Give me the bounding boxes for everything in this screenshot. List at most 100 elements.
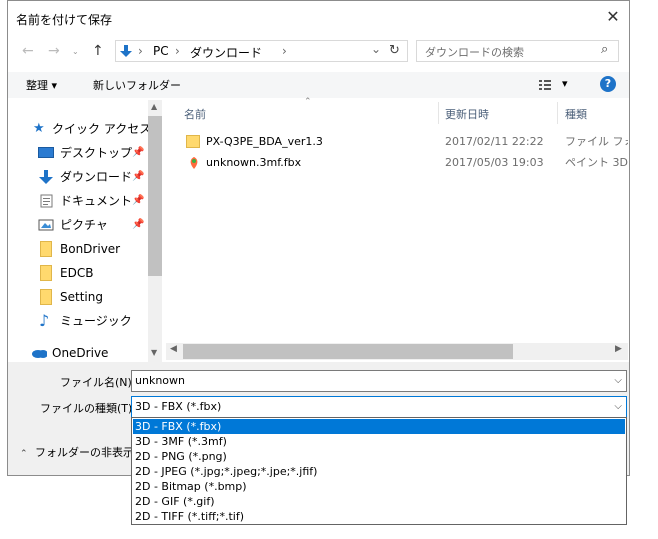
scroll-right-icon[interactable]: ▶ <box>615 344 622 354</box>
file-list-horizontal-scrollbar[interactable]: ◀ ▶ <box>166 343 628 360</box>
column-header-name[interactable]: 名前 <box>184 106 206 122</box>
search-box[interactable]: ダウンロードの検索 ⌕ <box>416 40 619 62</box>
filetype-option[interactable]: 3D - FBX (*.fbx) <box>133 419 625 434</box>
scrollbar-thumb[interactable] <box>183 344 513 359</box>
onedrive-cloud-icon <box>32 350 47 358</box>
file-name: PX-Q3PE_BDA_ver1.3 <box>206 135 323 148</box>
sidebar-item-label: EDCB <box>60 266 94 280</box>
filetype-option[interactable]: 2D - Bitmap (*.bmp) <box>133 479 625 494</box>
desktop-icon <box>38 147 54 158</box>
folder-icon <box>40 289 52 305</box>
scroll-down-icon[interactable]: ▼ <box>151 348 157 357</box>
filetype-label: ファイルの種類(T): <box>40 402 137 415</box>
pin-icon[interactable]: 📌 <box>132 214 144 236</box>
scrollbar-thumb[interactable] <box>148 116 162 276</box>
filetype-option[interactable]: 2D - PNG (*.png) <box>133 449 625 464</box>
file-row-fbx[interactable]: unknown.3mf.fbx 2017/05/03 19:03 ペイント 3D… <box>166 153 628 173</box>
breadcrumb-separator: › <box>138 44 143 58</box>
breadcrumb-downloads[interactable]: ダウンロード <box>190 44 262 61</box>
sidebar-item-setting[interactable]: Setting <box>8 286 148 308</box>
filetype-dropdown-list: 3D - FBX (*.fbx) 3D - 3MF (*.3mf) 2D - P… <box>131 417 627 525</box>
paint3d-icon <box>190 157 198 169</box>
navigation-scrollbar[interactable]: ▲ ▼ <box>148 100 162 362</box>
file-type: ファイル フォルダー <box>565 135 628 148</box>
sidebar-item-downloads[interactable]: ダウンロード 📌 <box>8 166 148 188</box>
download-icon <box>39 170 53 184</box>
column-divider[interactable] <box>557 102 558 124</box>
chevron-down-icon[interactable]: ⌵ <box>614 397 622 417</box>
search-placeholder: ダウンロードの検索 <box>425 46 524 59</box>
breadcrumb-pc[interactable]: PC <box>153 44 169 58</box>
column-header-row: 名前 更新日時 種類 <box>166 102 628 124</box>
chevron-down-icon[interactable]: ⌵ <box>614 371 622 391</box>
forward-arrow-icon: → <box>48 43 60 59</box>
sidebar-item-documents[interactable]: ドキュメント 📌 <box>8 190 148 212</box>
filetype-option[interactable]: 2D - JPEG (*.jpg;*.jpeg;*.jpe;*.jfif) <box>133 464 625 479</box>
forward-button[interactable]: → <box>48 43 60 59</box>
hide-folders-label: フォルダーの非表示 <box>35 446 135 459</box>
file-list: PX-Q3PE_BDA_ver1.3 2017/02/11 22:22 ファイル… <box>166 132 628 342</box>
file-row-folder[interactable]: PX-Q3PE_BDA_ver1.3 2017/02/11 22:22 ファイル… <box>166 132 628 152</box>
scroll-left-icon[interactable]: ◀ <box>170 344 177 354</box>
star-icon: ★ <box>33 121 45 136</box>
filetype-option[interactable]: 2D - GIF (*.gif) <box>133 494 625 509</box>
document-icon <box>40 194 53 208</box>
filename-label: ファイル名(N): <box>60 376 136 389</box>
filetype-value: 3D - FBX (*.fbx) <box>135 400 222 413</box>
up-button[interactable]: ↑ <box>92 43 104 59</box>
organize-button[interactable]: 整理 ▾ <box>26 77 57 93</box>
sidebar-item-edcb[interactable]: EDCB <box>8 262 148 284</box>
navigation-pane: ★ クイック アクセス デスクトップ 📌 ダウンロード 📌 ドキュメント 📌 ピ… <box>8 100 160 362</box>
close-button[interactable]: ✕ <box>600 6 626 28</box>
pin-icon[interactable]: 📌 <box>132 190 144 212</box>
sidebar-item-pictures[interactable]: ピクチャ 📌 <box>8 214 148 236</box>
folder-icon <box>186 135 200 148</box>
column-header-date[interactable]: 更新日時 <box>445 106 489 122</box>
command-bar: 整理 ▾ 新しいフォルダー ▾ ? <box>8 72 629 98</box>
sidebar-item-label: ドキュメント <box>60 194 133 208</box>
new-folder-button[interactable]: 新しいフォルダー <box>93 77 181 93</box>
chevron-up-icon: ⌃ <box>20 449 28 459</box>
breadcrumb-separator: › <box>175 44 180 58</box>
folder-icon <box>40 265 52 281</box>
pin-icon[interactable]: 📌 <box>132 166 144 188</box>
file-date: 2017/05/03 19:03 <box>445 156 544 169</box>
sidebar-item-music[interactable]: ♪ ミュージック <box>8 310 148 332</box>
filetype-option[interactable]: 3D - 3MF (*.3mf) <box>133 434 625 449</box>
up-arrow-icon: ↑ <box>92 43 104 59</box>
sidebar-item-desktop[interactable]: デスクトップ 📌 <box>8 142 148 164</box>
refresh-icon[interactable]: ↻ <box>389 43 400 58</box>
picture-icon <box>38 219 54 231</box>
pin-icon[interactable]: 📌 <box>132 142 144 164</box>
file-type: ペイント 3D ファイル <box>565 156 628 169</box>
recent-locations-chevron-icon[interactable]: ⌄ <box>72 47 79 56</box>
hide-folders-toggle[interactable]: ⌃ フォルダーの非表示 <box>20 444 134 460</box>
search-icon[interactable]: ⌕ <box>601 42 608 57</box>
sidebar-item-label: Setting <box>60 290 103 304</box>
sidebar-item-quick-access[interactable]: ★ クイック アクセス <box>8 118 151 140</box>
view-dropdown-button[interactable]: ▾ <box>562 77 568 90</box>
file-name: unknown.3mf.fbx <box>206 156 302 169</box>
sidebar-item-onedrive[interactable]: OneDrive <box>8 342 148 364</box>
breadcrumb-separator: › <box>282 44 287 58</box>
address-bar[interactable]: › PC › ダウンロード › ⌄ ↻ <box>115 40 408 62</box>
column-divider[interactable] <box>438 102 439 124</box>
view-options-icon[interactable] <box>538 78 552 92</box>
sidebar-item-bondriver[interactable]: BonDriver <box>8 238 148 260</box>
file-date: 2017/02/11 22:22 <box>445 135 544 148</box>
filetype-select[interactable]: 3D - FBX (*.fbx) ⌵ <box>131 396 627 418</box>
sidebar-item-label: ピクチャ <box>60 218 108 232</box>
sidebar-item-label: OneDrive <box>52 346 109 360</box>
scroll-up-icon[interactable]: ▲ <box>151 102 157 111</box>
address-history-chevron-icon[interactable]: ⌄ <box>371 42 381 56</box>
help-button[interactable]: ? <box>600 76 616 92</box>
sidebar-item-label: デスクトップ <box>60 146 133 160</box>
column-header-type[interactable]: 種類 <box>565 106 587 122</box>
sidebar-item-label: ダウンロード <box>60 170 133 184</box>
filetype-option[interactable]: 2D - TIFF (*.tiff;*.tif) <box>133 509 625 524</box>
sidebar-item-label: ミュージック <box>60 314 132 328</box>
filename-input[interactable]: unknown ⌵ <box>131 370 627 392</box>
filename-value: unknown <box>135 374 185 387</box>
back-button[interactable]: ← <box>22 43 34 59</box>
music-icon: ♪ <box>39 311 50 330</box>
